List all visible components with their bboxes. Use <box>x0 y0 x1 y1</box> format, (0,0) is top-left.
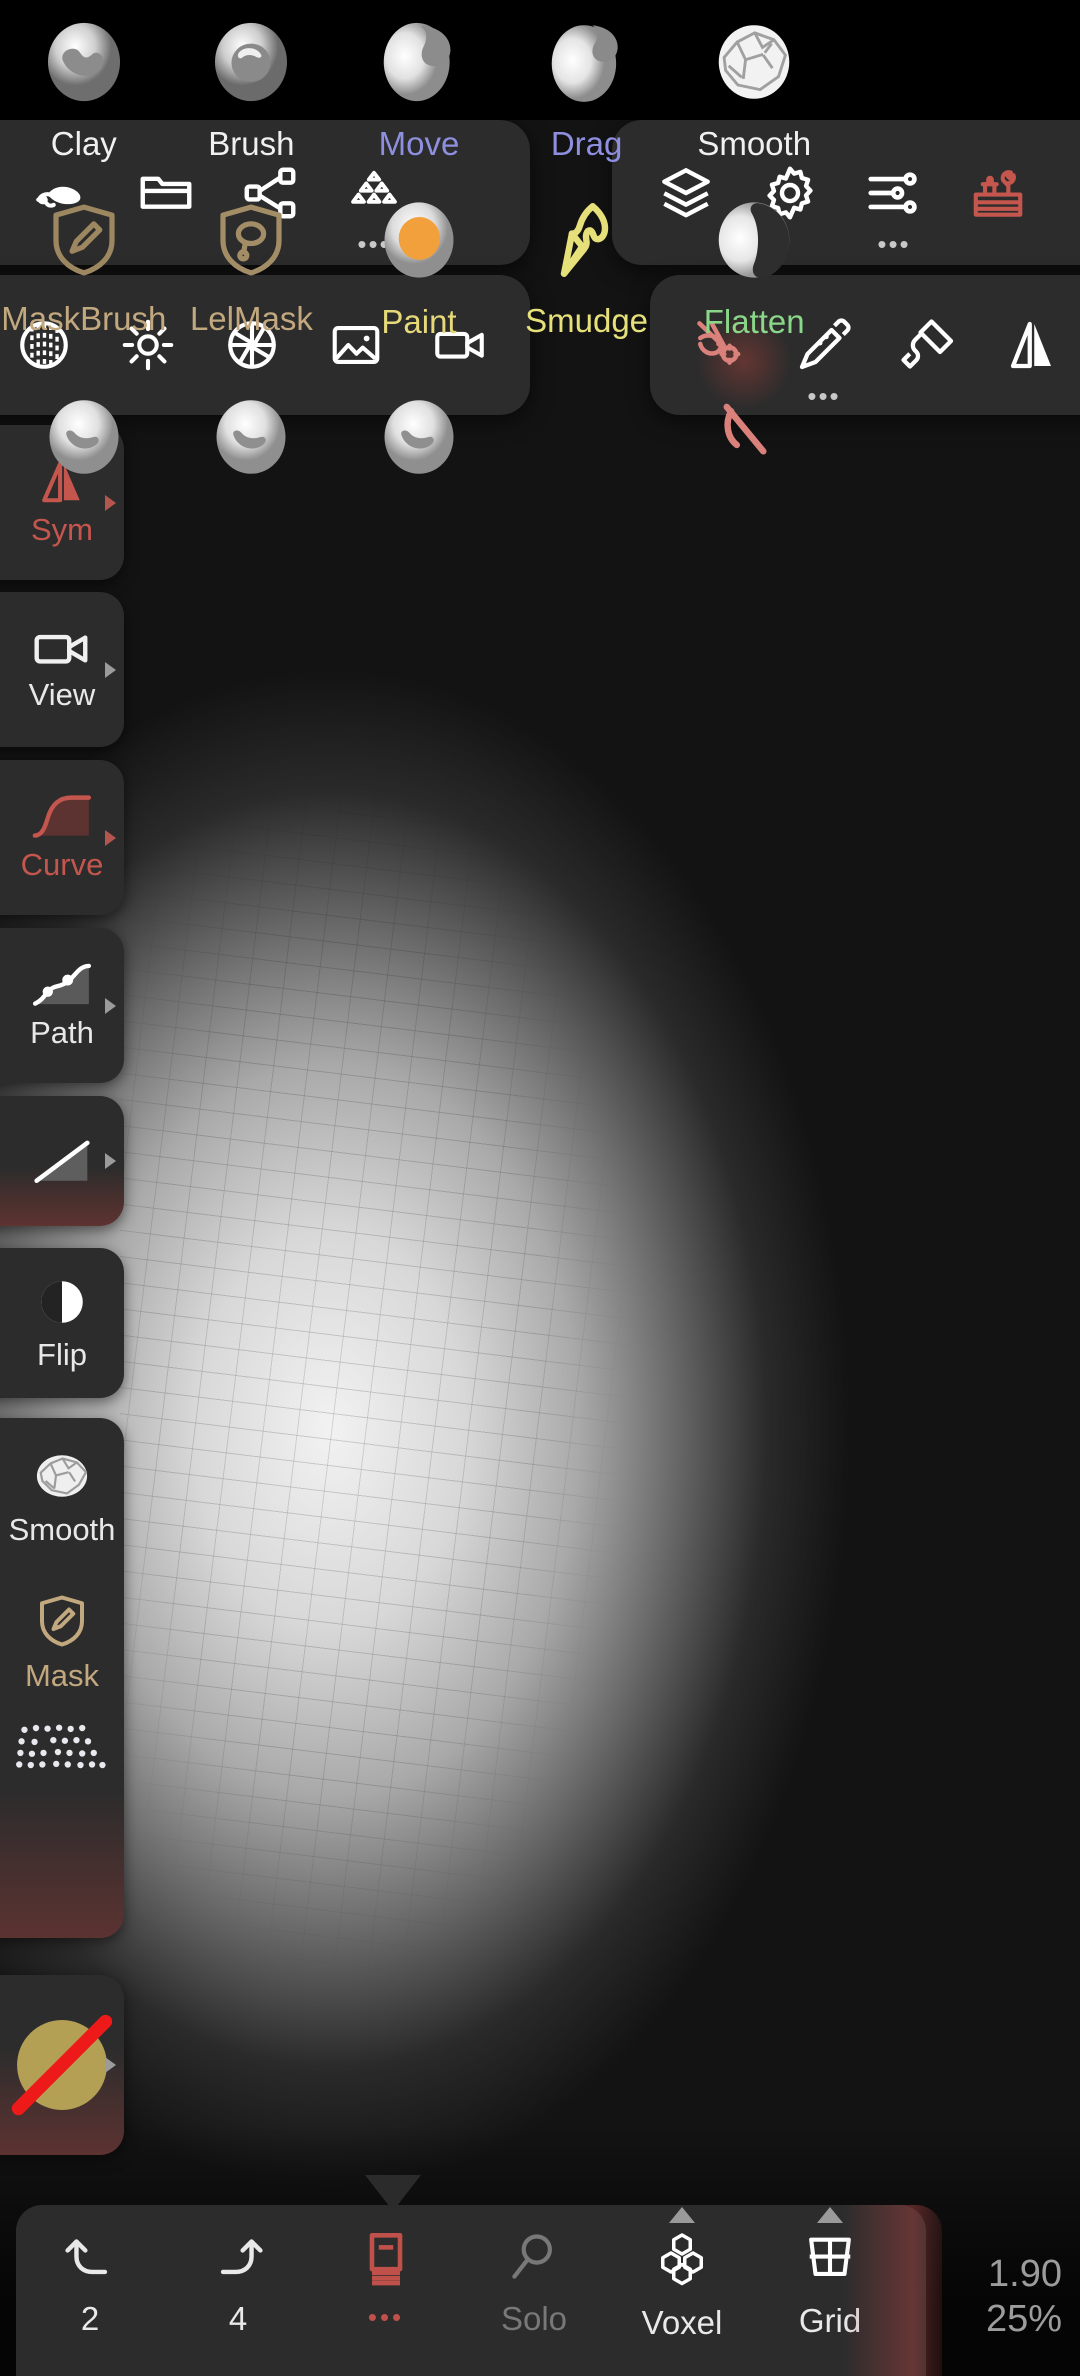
curve-icon <box>5 793 93 841</box>
brush-grid: Clay Brush Move Drag Smooth MaskBrush Le… <box>0 0 838 534</box>
redo-count-label: 4 <box>228 2300 248 2337</box>
brush-tool-maskbrush-label: MaskBrush <box>1 299 167 337</box>
brush-tool-smooth-label: Smooth <box>697 124 812 162</box>
mirror-icon-button[interactable] <box>980 291 1080 399</box>
view-caret-icon[interactable] <box>105 661 116 678</box>
brush-tool-smooth[interactable]: Smooth <box>670 0 838 178</box>
grid-label: Grid <box>798 2302 862 2339</box>
brush-tool-paint[interactable]: Paint <box>335 178 503 356</box>
color-caret-icon[interactable] <box>105 2057 116 2073</box>
smooth-ball-icon <box>708 16 800 113</box>
brush-tool-clay-label: Clay <box>50 124 117 162</box>
undo-count-label: 2 <box>80 2300 100 2337</box>
brush-tool-flatten[interactable]: Flatten <box>670 178 838 356</box>
voxel-label: Voxel <box>641 2304 723 2341</box>
curve-caret-icon[interactable] <box>105 829 116 846</box>
camera-icon <box>5 627 93 671</box>
brush-tool-move[interactable]: Move <box>335 0 503 178</box>
sidebar-item-falloff[interactable] <box>0 1096 124 1226</box>
clay-ball-icon <box>38 16 130 113</box>
brush-tool-tube[interactable] <box>670 356 838 534</box>
brush-tool-lelmask[interactable]: LelMask <box>168 178 336 356</box>
brush-tool-paint-label: Paint <box>381 302 457 340</box>
redo-icon <box>209 2229 267 2290</box>
flip-icon <box>6 1273 92 1331</box>
brush-tool-brush-label: Brush <box>208 124 295 162</box>
undo-button[interactable]: 2 <box>16 2229 164 2338</box>
voxel-expand-arrow-icon[interactable] <box>669 2207 695 2223</box>
falloff-icon <box>4 1136 94 1186</box>
grid-button[interactable]: Grid <box>756 2207 904 2340</box>
voxel-icon <box>651 2229 713 2294</box>
sidebar-item-path-label: Path <box>30 1014 94 1050</box>
sliders-icon-button[interactable]: ••• <box>842 139 946 257</box>
app-root: ••• ••• ••• Sym View Curve Path Flip Smo… <box>0 0 1080 2376</box>
path-icon <box>5 961 93 1009</box>
sidebar-item-smooth-label: Smooth <box>8 1512 116 1547</box>
tube-icon <box>711 394 797 485</box>
paint-ball-icon <box>373 194 465 291</box>
voxel-button[interactable]: Voxel <box>608 2207 756 2342</box>
brush-tool-brush[interactable]: Brush <box>168 0 336 178</box>
inflate-ball-icon <box>205 391 297 488</box>
mask-shield-icon[interactable] <box>6 1590 92 1652</box>
sidebar-item-mask-label: Mask <box>24 1658 100 1693</box>
color-disabled-icon <box>0 2007 120 2123</box>
paint-roller-icon-button[interactable] <box>876 291 980 399</box>
drag-ball-icon <box>541 16 633 113</box>
flatten-ball-icon <box>708 194 800 291</box>
history-panel-pointer <box>365 2175 421 2211</box>
magnifier-icon <box>506 2229 562 2290</box>
brush-ball-icon <box>205 16 297 113</box>
bottom-toolbar: 2 4 ••• Solo Voxel Grid <box>16 2205 942 2376</box>
brush-tool-smudge[interactable]: Smudge <box>503 178 671 356</box>
sidebar-item-path[interactable]: Path <box>0 928 124 1083</box>
sliders-more-dots[interactable]: ••• <box>877 231 910 257</box>
mesh-wireframe <box>120 640 680 2200</box>
sidebar-item-flip-label: Flip <box>37 1337 87 1372</box>
sidebar-item-flip[interactable]: Flip <box>0 1248 124 1398</box>
solo-label: Solo <box>500 2300 568 2337</box>
brush-tool-scrape[interactable] <box>503 356 671 534</box>
sidebar-item-curve-label: Curve <box>20 846 104 882</box>
grid-icon <box>800 2229 860 2292</box>
alpha-dots-icon[interactable] <box>0 1724 109 1776</box>
mask-shield-lasso-icon <box>209 197 293 288</box>
crease-ball-icon <box>373 391 465 488</box>
falloff-caret-icon[interactable] <box>105 1153 116 1169</box>
history-book-icon <box>363 2229 409 2292</box>
brush-tool-clay[interactable]: Clay <box>0 0 168 178</box>
solo-button[interactable]: Solo <box>460 2229 608 2338</box>
undo-icon <box>61 2229 119 2290</box>
zoom-scale: 1.90 <box>988 2253 1062 2295</box>
brush-tool-inflate[interactable] <box>168 356 336 534</box>
brush-tool-maskbrush[interactable]: MaskBrush <box>0 178 168 356</box>
brush-tool-drag[interactable]: Drag <box>503 0 671 178</box>
brush-tool-flatten-label: Flatten <box>703 302 805 340</box>
mask-shield-brush-icon <box>42 197 126 288</box>
sidebar-group-smooth-mask-alpha: Smooth Mask <box>0 1418 124 1938</box>
smooth-ball-icon[interactable] <box>1 1446 97 1506</box>
brush-tool-crease[interactable] <box>335 356 503 534</box>
sidebar-item-curve[interactable]: Curve <box>0 760 124 915</box>
brush-tool-move-label: Move <box>378 124 460 162</box>
redo-button[interactable]: 4 <box>164 2229 312 2338</box>
history-button[interactable]: ••• <box>312 2229 460 2333</box>
brush-tool-smudge-label: Smudge <box>525 301 649 339</box>
sidebar-item-color[interactable] <box>0 1975 124 2155</box>
path-caret-icon[interactable] <box>105 997 116 1014</box>
pinch-ball-icon <box>38 391 130 488</box>
sidebar-item-view[interactable]: View <box>0 592 124 747</box>
history-more-label: ••• <box>367 2302 405 2332</box>
brush-tool-drag-label: Drag <box>550 124 623 162</box>
zoom-indicator: 1.90 25% <box>986 2252 1062 2342</box>
sidebar-item-view-label: View <box>28 676 96 712</box>
brush-tool-lelmask-label: LelMask <box>189 299 313 337</box>
brush-tool-pinch[interactable] <box>0 356 168 534</box>
toolbox-icon-button[interactable] <box>946 139 1050 247</box>
smudge-arrow-icon <box>544 195 630 290</box>
move-ball-icon <box>373 16 465 113</box>
zoom-percent: 25% <box>985 2297 1062 2340</box>
grid-expand-arrow-icon[interactable] <box>817 2207 843 2223</box>
